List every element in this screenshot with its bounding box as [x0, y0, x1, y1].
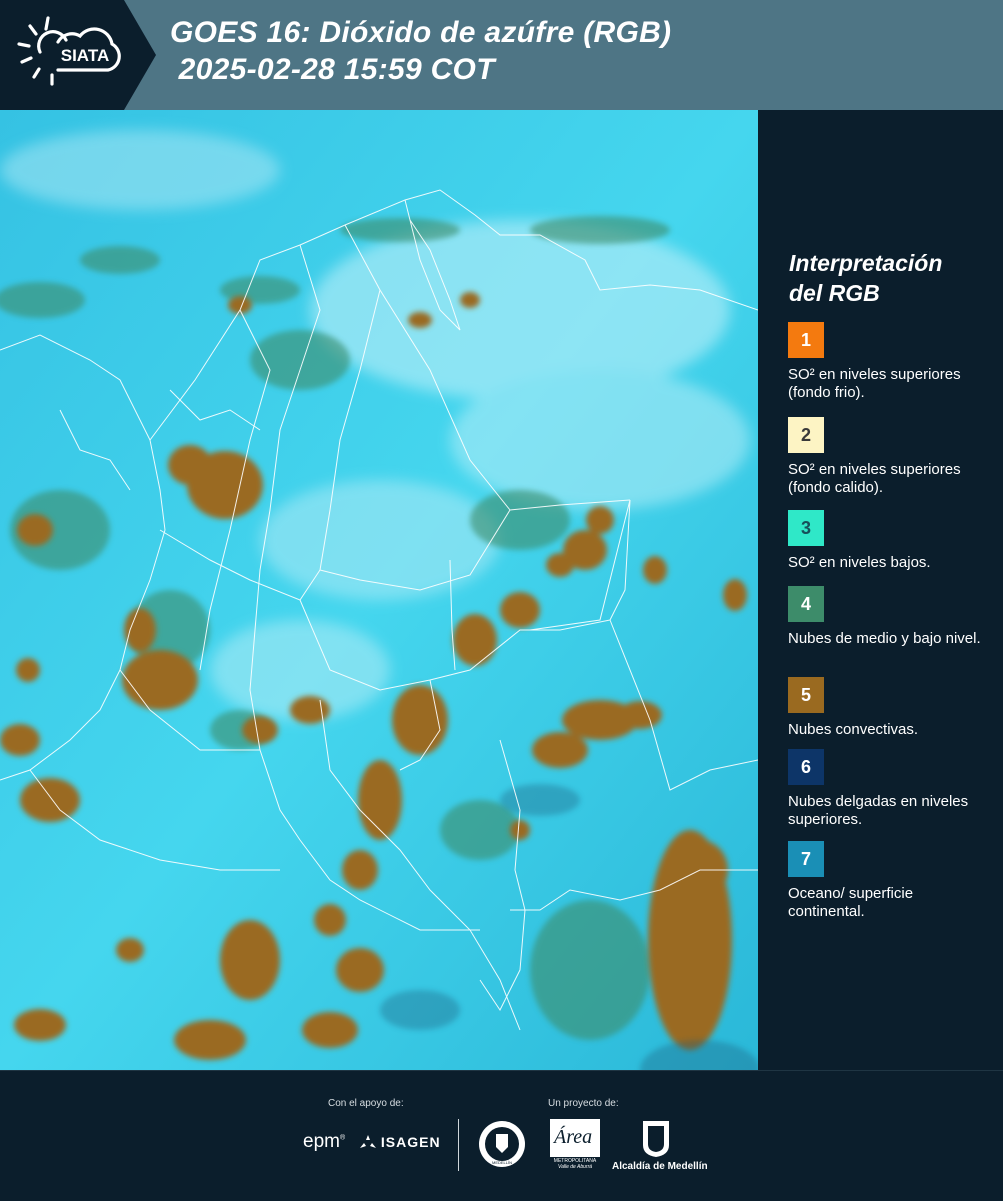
- isagen-text: ISAGEN: [380, 1134, 441, 1150]
- legend-swatch-2: 2: [788, 417, 824, 453]
- medellin-seal-icon: MEDELLÍN: [479, 1121, 525, 1167]
- legend-label-2: SO² en niveles superiores (fondo calido)…: [788, 461, 961, 496]
- legend-swatch-6: 6: [788, 749, 824, 785]
- logo-text: SIATA: [61, 46, 109, 65]
- legend-swatch-3: 3: [788, 510, 824, 546]
- footer-bar: Con el apoyo de: Un proyecto de: epm® IS…: [0, 1070, 1003, 1201]
- legend-label-6: Nubes delgadas en niveles superiores.: [788, 793, 969, 828]
- alcaldia-shield-icon: [643, 1121, 669, 1157]
- legend-title-line-1: Interpretación: [789, 250, 943, 276]
- legend-title-line-2: del RGB: [789, 280, 880, 306]
- legend-label-7: Oceano/ superficie continental.: [788, 885, 914, 920]
- isagen-icon: [360, 1135, 376, 1149]
- siata-logo: SIATA: [0, 0, 156, 110]
- area-metropolitana-logo: Área METROPOLITANA Valle de Aburrá: [550, 1119, 600, 1171]
- footer-divider: [458, 1119, 459, 1171]
- legend-swatch-7: 7: [788, 841, 824, 877]
- legend-title: Interpretación del RGB: [789, 248, 942, 308]
- legend-swatch-1: 1: [788, 322, 824, 358]
- legend-label-1: SO² en niveles superiores (fondo frio).: [788, 366, 961, 401]
- title-line-2: 2025-02-28 15:59 COT: [170, 53, 495, 86]
- svg-text:MEDELLÍN: MEDELLÍN: [492, 1160, 512, 1165]
- support-label: Con el apoyo de:: [328, 1098, 404, 1109]
- title-line-1: GOES 16: Dióxido de azúfre (RGB): [170, 16, 672, 49]
- isagen-logo: ISAGEN: [360, 1134, 441, 1150]
- page-title: GOES 16: Dióxido de azúfre (RGB) 2025-02…: [170, 14, 671, 88]
- epm-text: epm: [303, 1131, 340, 1152]
- area-logo-sub2: Valle de Aburrá: [557, 1164, 593, 1170]
- legend-swatch-5: 5: [788, 677, 824, 713]
- satellite-map: [0, 110, 758, 1070]
- header-bar: SIATA GOES 16: Dióxido de azúfre (RGB) 2…: [0, 0, 1003, 110]
- area-logo-text: Área: [554, 1126, 593, 1148]
- legend-label-5: Nubes convectivas.: [788, 721, 919, 738]
- legend-panel: Interpretación del RGB 1 SO² en niveles …: [758, 110, 1003, 1070]
- legend-label-3: SO² en niveles bajos.: [788, 554, 931, 571]
- project-label: Un proyecto de:: [548, 1098, 619, 1109]
- legend-label-4: Nubes de medio y bajo nivel.: [788, 630, 981, 647]
- alcaldia-text: Alcaldía de Medellín: [612, 1161, 708, 1172]
- legend-swatch-4: 4: [788, 586, 824, 622]
- epm-logo: epm®: [303, 1131, 346, 1152]
